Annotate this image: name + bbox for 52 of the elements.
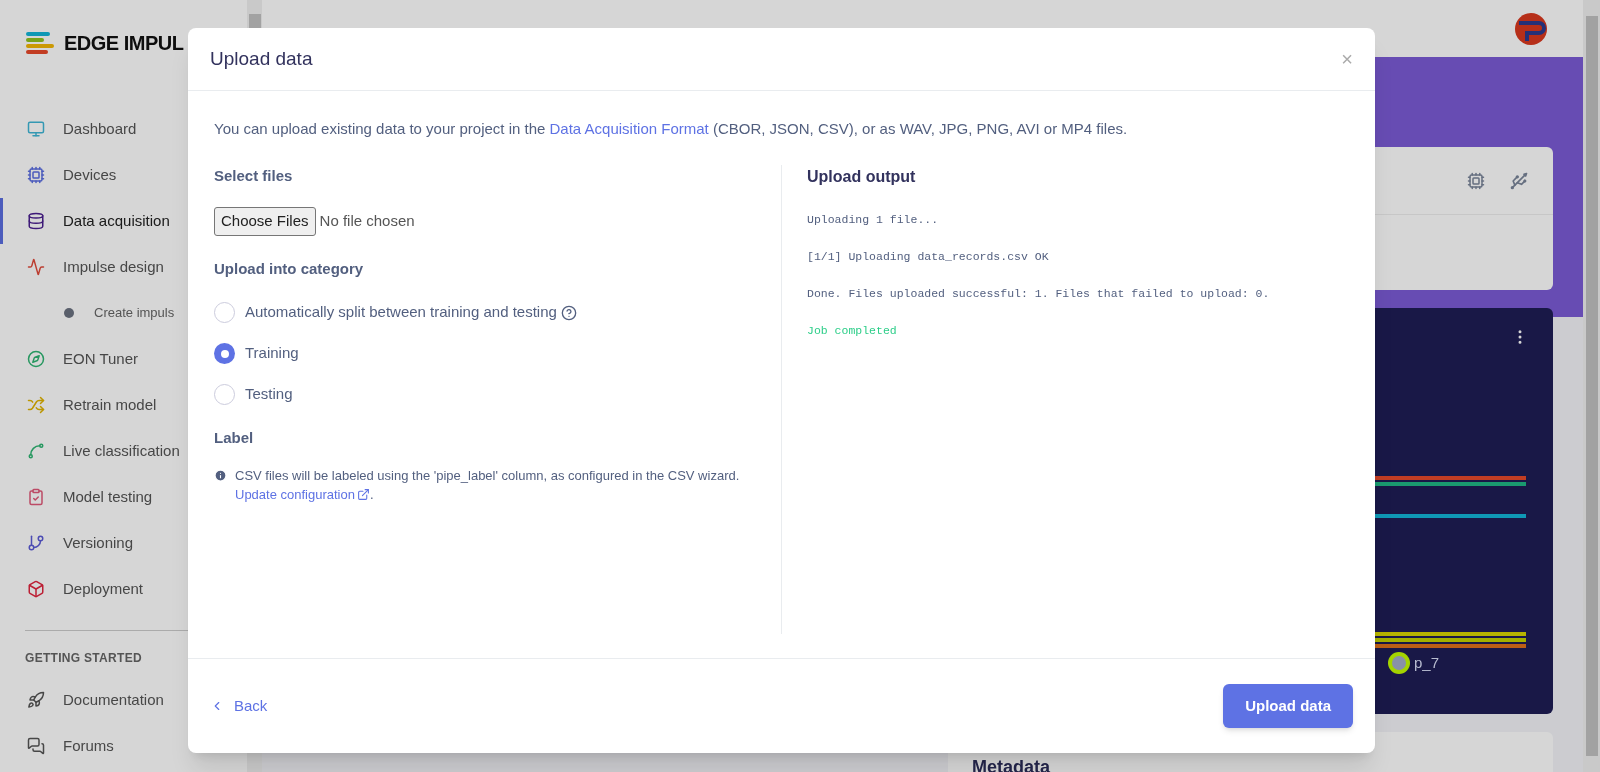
chip-icon[interactable] [1467, 171, 1485, 190]
logo-icon [26, 32, 56, 54]
radio-button[interactable] [214, 343, 235, 364]
logo-text: EDGE IMPUL [64, 31, 184, 56]
bullet-icon [64, 308, 74, 318]
radio-button[interactable] [214, 384, 235, 405]
curve-icon [27, 442, 45, 460]
cube-icon [27, 580, 45, 598]
section-heading: Label [214, 428, 255, 448]
usb-icon[interactable] [1509, 170, 1529, 191]
output-line: Job completed [807, 322, 898, 339]
radio-label[interactable]: Automatically split between training and testing [245, 301, 557, 324]
clipboard-icon [27, 488, 45, 506]
info-icon [214, 468, 227, 482]
radio-button[interactable] [214, 302, 235, 323]
branch-icon [27, 534, 45, 552]
sidebar-item[interactable]: EON Tuner [0, 336, 247, 382]
sidebar-item[interactable]: Versioning [0, 520, 247, 566]
compass-icon [27, 350, 45, 368]
output-line: Done. Files uploaded successful: 1. Files that failed to upload: 0. [807, 285, 1271, 302]
choose-files-button[interactable]: Choose Files [214, 207, 316, 236]
back-button[interactable]: Back [210, 694, 268, 718]
shuffle-icon [27, 396, 45, 414]
output-line: [1/1] Uploading data_records.csv OK [807, 248, 1050, 265]
database-icon [27, 212, 45, 230]
help-icon[interactable] [560, 304, 577, 321]
external-link-icon [357, 487, 370, 501]
format-link[interactable]: Data Acquisition Format [549, 120, 709, 137]
monitor-icon [27, 120, 45, 138]
section-heading: Select files [214, 165, 294, 186]
output-line: Uploading 1 file... [807, 211, 940, 228]
radio-label[interactable]: Testing [245, 383, 293, 406]
dialog-title: Upload data [210, 46, 313, 71]
chat-icon [27, 737, 45, 755]
rocket-icon [27, 691, 45, 709]
sidebar-item[interactable]: Forums [0, 723, 247, 769]
update-configuration-link[interactable]: Update configuration [235, 484, 370, 504]
section-heading: GETTING STARTED [24, 650, 143, 667]
sidebar-item[interactable]: Deployment [0, 566, 247, 612]
file-status: No file chosen [319, 211, 415, 231]
intro-text: You can upload existing data to your project in the Data Acquisition Format (CBOR, JSON, CSV), or as WAV, JPG, PNG, AVI or MP4 files. [214, 119, 1129, 139]
label-note: CSV files will be labeled using the 'pipe_label' column, as configured in the CSV wizard. Update configuration . [235, 466, 740, 504]
chip-icon [27, 166, 45, 184]
section-heading: Upload output [807, 166, 917, 187]
avatar-icon[interactable] [1515, 12, 1547, 45]
upload-data-button[interactable]: Upload data [1223, 684, 1353, 728]
scrollbar[interactable] [1583, 0, 1600, 772]
legend-label: p_7 [1414, 652, 1440, 673]
radio-label[interactable]: Training [245, 342, 299, 365]
section-heading: Upload into category [214, 258, 365, 279]
pulse-icon [27, 258, 45, 276]
sidebar-item[interactable]: Retrain model [0, 382, 247, 428]
